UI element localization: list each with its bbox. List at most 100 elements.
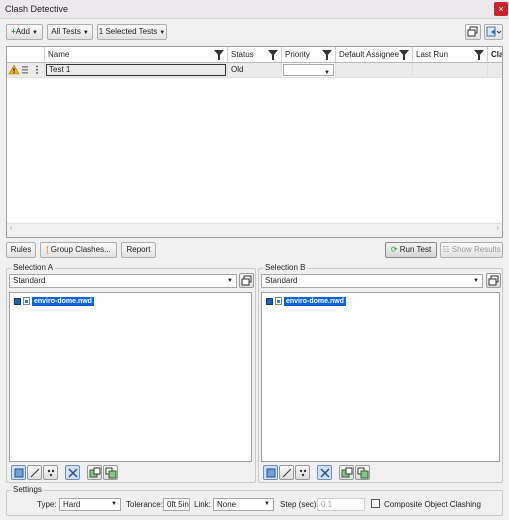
type-dropdown[interactable]: Hard ▼ — [59, 498, 121, 511]
selection-a-group: Selection A Standard ▼ enviro-dome.nwd — [6, 263, 256, 483]
line-icon — [282, 468, 292, 478]
clashes-cell[interactable] — [488, 63, 502, 78]
scroll-left-icon[interactable]: ‹ — [10, 225, 12, 232]
name-edit-field[interactable]: Test 1 — [46, 64, 226, 76]
selection-a-label: Selection A — [11, 263, 56, 272]
step-input[interactable]: 0.1 — [317, 498, 365, 511]
points-icon — [47, 469, 55, 477]
run-test-label: Run Test — [399, 245, 432, 254]
chevron-down-icon: ▼ — [227, 278, 233, 284]
all-tests-label: All Tests — [51, 27, 81, 36]
filter-icon[interactable] — [214, 50, 224, 60]
results-icon: ☷ — [442, 245, 450, 254]
tolerance-label: Tolerance: — [126, 500, 163, 509]
column-header-clashes[interactable]: Clas — [488, 47, 502, 63]
selection-b-set-dropdown[interactable]: Standard ▼ — [261, 274, 483, 288]
filter-icon[interactable] — [399, 50, 409, 60]
tests-grid: Name Status Priority Default Assignee La… — [6, 46, 503, 238]
settings-label: Settings — [11, 485, 44, 494]
column-priority-label: Priority — [285, 50, 310, 59]
assignee-cell[interactable] — [336, 63, 413, 78]
last-run-cell[interactable] — [413, 63, 488, 78]
use-current-selection-button[interactable] — [87, 465, 102, 480]
surface-icon — [14, 468, 24, 478]
import-export-button[interactable] — [484, 24, 503, 40]
chevron-down-icon: ▼ — [264, 501, 270, 507]
filter-icon[interactable] — [322, 50, 332, 60]
lines-button[interactable] — [27, 465, 42, 480]
lines-button[interactable] — [279, 465, 294, 480]
step-label: Step (sec): — [280, 500, 319, 509]
link-value: None — [217, 500, 237, 509]
type-value: Hard — [63, 500, 81, 509]
use-current-selection-button[interactable] — [339, 465, 354, 480]
points-button[interactable] — [295, 465, 310, 480]
settings-group: Settings Type: Hard ▼ Tolerance: 0ft 5in … — [6, 485, 503, 516]
file-icon — [275, 297, 282, 305]
tree-item[interactable]: enviro-dome.nwd — [14, 296, 94, 306]
status-cell[interactable]: Old — [228, 63, 282, 78]
column-last-run-label: Last Run — [416, 50, 449, 59]
selection-b-group: Selection B Standard ▼ enviro-dome.nwd — [258, 263, 503, 483]
column-header-status[interactable]: Status — [228, 47, 282, 63]
selection-a-tree[interactable]: enviro-dome.nwd — [9, 292, 252, 462]
column-assignee-label: Default Assignee — [339, 50, 400, 59]
scroll-right-icon[interactable]: › — [497, 225, 499, 232]
surfaces-button[interactable] — [263, 465, 278, 480]
add-test-button[interactable]: +Add ▼ — [6, 24, 43, 40]
surfaces-button[interactable] — [11, 465, 26, 480]
self-intersect-icon — [68, 468, 78, 478]
chevron-down-icon: ▼ — [473, 278, 479, 284]
rules-button[interactable]: Rules — [6, 242, 36, 258]
filter-icon[interactable] — [474, 50, 484, 60]
select-in-scene-button[interactable] — [355, 465, 370, 480]
selection-a-save-button[interactable] — [239, 273, 254, 288]
selection-b-save-button[interactable] — [486, 273, 501, 288]
self-intersect-button[interactable] — [65, 465, 80, 480]
filter-icon[interactable] — [268, 50, 278, 60]
group-clashes-label: Group Clashes... — [50, 245, 111, 254]
tree-item-label[interactable]: enviro-dome.nwd — [32, 296, 94, 306]
select-scene-icon — [357, 467, 369, 479]
link-dropdown[interactable]: None ▼ — [213, 498, 274, 511]
selected-tests-button[interactable]: 1 Selected Tests ▼ — [97, 24, 167, 40]
close-button[interactable]: × — [494, 2, 508, 16]
type-label: Type: — [37, 500, 57, 509]
chevron-down-icon: ▼ — [111, 501, 117, 507]
windows-icon — [241, 275, 252, 286]
column-header-priority[interactable]: Priority — [282, 47, 336, 63]
priority-cell[interactable]: ▼ — [282, 63, 336, 78]
tree-item-label[interactable]: enviro-dome.nwd — [284, 296, 346, 306]
warning-icon — [8, 64, 38, 75]
run-test-button[interactable]: ⟳ Run Test — [385, 242, 437, 258]
show-results-label: Show Results — [451, 245, 501, 254]
composite-checkbox[interactable] — [371, 499, 380, 508]
priority-dropdown[interactable]: ▼ — [283, 64, 334, 76]
selected-tests-label: 1 Selected Tests — [98, 27, 158, 36]
name-cell[interactable]: Test 1 — [45, 63, 228, 78]
tree-item[interactable]: enviro-dome.nwd — [266, 296, 346, 306]
column-header-last-run[interactable]: Last Run — [413, 47, 488, 63]
windows-icon — [467, 26, 478, 37]
expand-icon[interactable] — [14, 297, 21, 305]
horizontal-scrollbar[interactable]: ‹ › — [7, 223, 502, 237]
expand-icon[interactable] — [266, 297, 273, 305]
select-in-scene-button[interactable] — [103, 465, 118, 480]
column-header-name[interactable]: Name — [45, 47, 228, 63]
show-results-button[interactable]: ☷ Show Results — [440, 242, 503, 258]
selection-a-set-dropdown[interactable]: Standard ▼ — [9, 274, 237, 288]
selection-b-tree[interactable]: enviro-dome.nwd — [261, 292, 500, 462]
select-current-icon — [341, 467, 353, 478]
report-button[interactable]: Report — [121, 242, 156, 258]
surface-icon — [266, 468, 276, 478]
all-tests-button[interactable]: All Tests ▼ — [47, 24, 93, 40]
column-header-assignee[interactable]: Default Assignee — [336, 47, 413, 63]
compact-view-button[interactable] — [465, 24, 481, 40]
link-label: Link: — [194, 500, 211, 509]
selection-a-set-value: Standard — [13, 276, 46, 285]
self-intersect-button[interactable] — [317, 465, 332, 480]
points-button[interactable] — [43, 465, 58, 480]
group-clashes-button[interactable]: [ Group Clashes... — [40, 242, 117, 258]
import-export-icon — [486, 26, 502, 37]
tolerance-input[interactable]: 0ft 5in — [163, 498, 190, 511]
